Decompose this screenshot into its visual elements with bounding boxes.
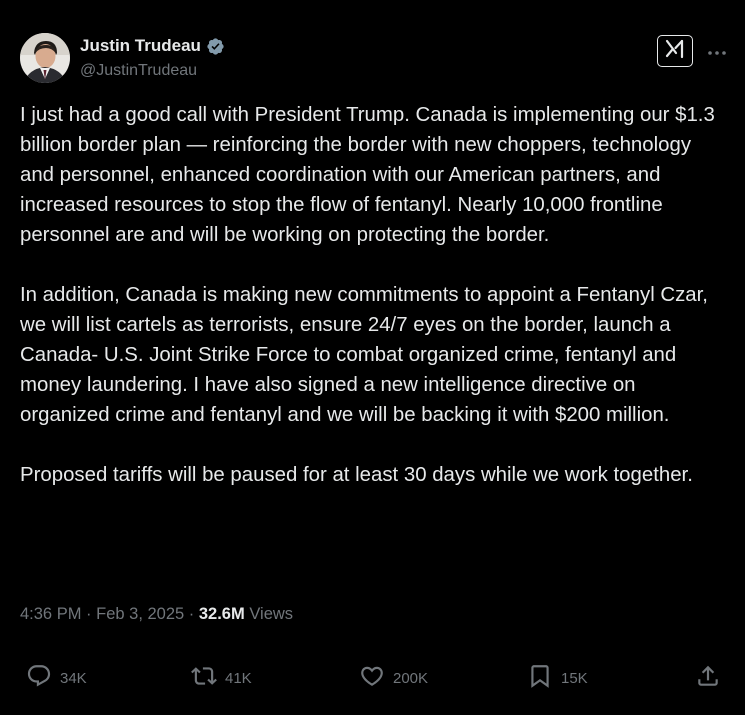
like-count: 200K <box>393 669 429 687</box>
like-button[interactable]: 200K <box>359 659 428 697</box>
more-options-button[interactable] <box>705 40 729 64</box>
repost-count: 41K <box>225 669 252 687</box>
tweet-paragraph: I just had a good call with President Tr… <box>20 104 721 246</box>
share-button[interactable] <box>695 659 721 697</box>
tweet-paragraph: Proposed tariffs will be paused for at l… <box>20 464 693 486</box>
bookmark-button[interactable]: 15K <box>527 659 588 697</box>
heart-icon <box>359 663 385 694</box>
tweet-time[interactable]: 4:36 PM <box>20 602 81 626</box>
repost-button[interactable]: 41K <box>191 659 252 697</box>
views-label: Views <box>249 605 294 623</box>
tweet-paragraph: In addition, Canada is making new commit… <box>20 284 714 426</box>
verified-badge-icon[interactable] <box>206 37 225 56</box>
grok-icon <box>663 38 687 65</box>
tweet-date[interactable]: Feb 3, 2025 <box>96 602 184 626</box>
reply-icon <box>26 663 52 694</box>
author-handle[interactable]: @JustinTrudeau <box>80 61 197 81</box>
grok-button[interactable] <box>657 35 693 67</box>
avatar-photo <box>20 33 70 83</box>
reply-button[interactable]: 34K <box>26 659 87 697</box>
meta-separator: · <box>184 605 199 623</box>
repost-icon <box>191 663 217 694</box>
tweet-metadata: 4:36 PM · Feb 3, 2025 · 32.6M Views <box>20 602 293 626</box>
tweet-card: Justin Trudeau @JustinTrudeau I just had… <box>0 0 745 715</box>
more-dots-icon <box>707 43 727 61</box>
tweet-text: I just had a good call with President Tr… <box>20 100 725 490</box>
reply-count: 34K <box>60 669 87 687</box>
author-display-name[interactable]: Justin Trudeau <box>80 36 201 56</box>
bookmark-count: 15K <box>561 669 588 687</box>
views-count: 32.6M <box>198 605 245 623</box>
bookmark-icon <box>527 663 553 694</box>
avatar[interactable] <box>20 33 70 83</box>
author-name-row: Justin Trudeau <box>80 36 225 56</box>
share-icon <box>695 663 721 694</box>
action-bar: 34K 41K 200K 15K <box>0 659 745 699</box>
meta-separator: · <box>81 605 97 623</box>
